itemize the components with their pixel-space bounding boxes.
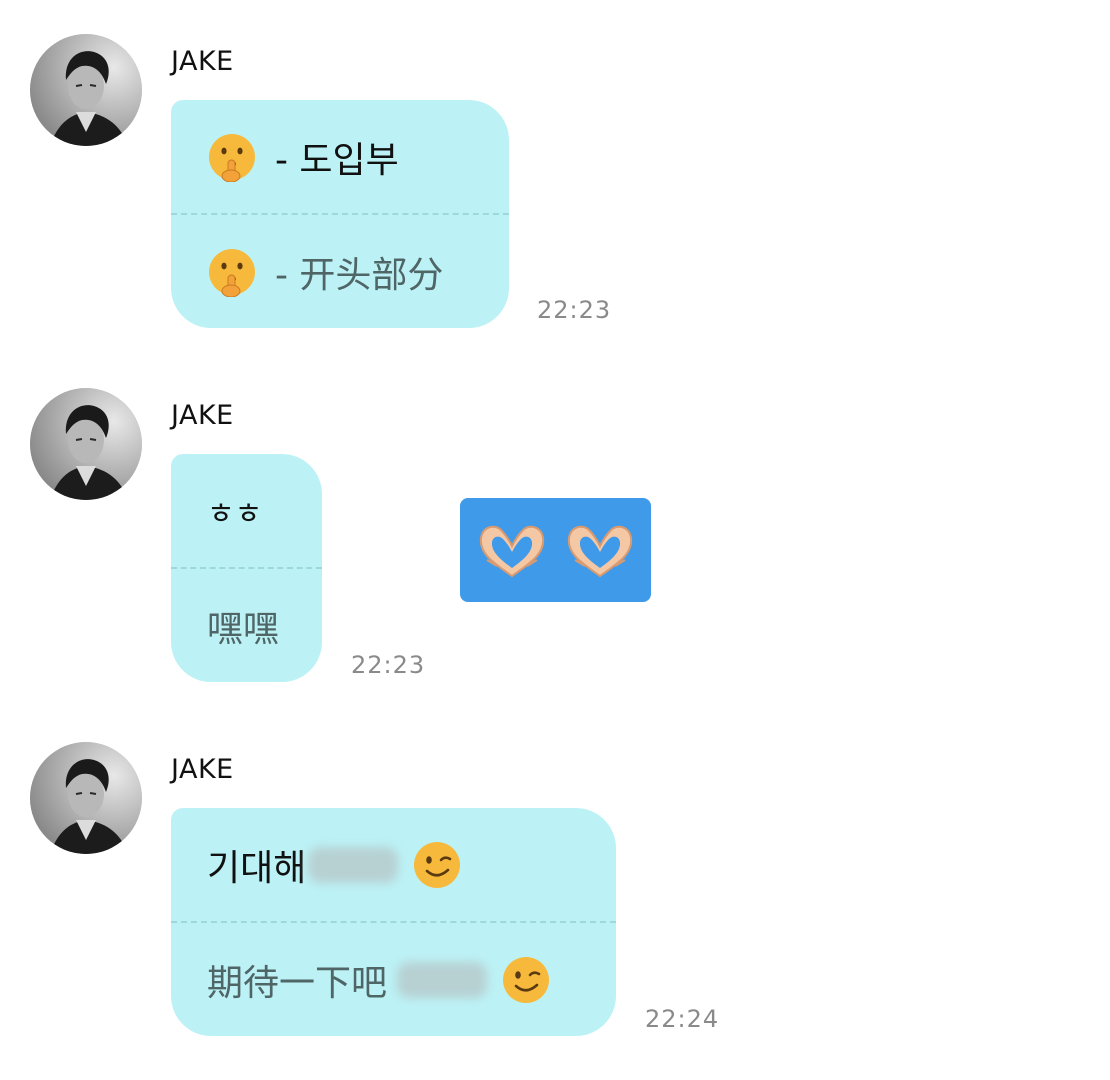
avatar[interactable] [30, 742, 142, 854]
original-text-row: - 도입부 [171, 100, 509, 213]
redacted-text [397, 961, 488, 998]
translation-text: - 开头部分 [275, 254, 444, 296]
avatar[interactable] [30, 34, 142, 146]
heart-hands-icon [567, 525, 632, 578]
heart-hands-sticker[interactable] [460, 498, 651, 602]
timestamp: 22:23 [351, 651, 426, 679]
timestamp: 22:23 [537, 296, 612, 324]
translation-row: 期待一下吧 [171, 923, 616, 1036]
original-text: - 도입부 [275, 139, 399, 181]
redacted-text [308, 846, 399, 883]
message-bubble[interactable]: 기대해 期待一下吧 [171, 808, 616, 1036]
heart-hands-icon [479, 525, 544, 578]
timestamp: 22:24 [645, 1005, 720, 1033]
shushing-face-icon [207, 247, 257, 297]
translation-row: - 开头部分 [171, 215, 509, 328]
winking-face-icon [501, 955, 551, 1005]
shushing-face-icon [207, 132, 257, 182]
avatar[interactable] [30, 388, 142, 500]
sender-name: JAKE [171, 46, 234, 77]
sender-name: JAKE [171, 754, 234, 785]
translation-text: 期待一下吧 [207, 962, 388, 1004]
original-text-row: ㅎㅎ [171, 454, 322, 567]
winking-face-icon [412, 840, 462, 890]
sender-name: JAKE [171, 400, 234, 431]
translation-row: 嘿嘿 [171, 569, 322, 682]
original-text: ㅎㅎ [207, 496, 263, 532]
message-bubble[interactable]: - 도입부 - 开头部分 [171, 100, 509, 328]
original-text: 기대해 [207, 847, 307, 889]
message-bubble[interactable]: ㅎㅎ 嘿嘿 [171, 454, 322, 682]
translation-text: 嘿嘿 [207, 608, 280, 650]
original-text-row: 기대해 [171, 808, 616, 921]
